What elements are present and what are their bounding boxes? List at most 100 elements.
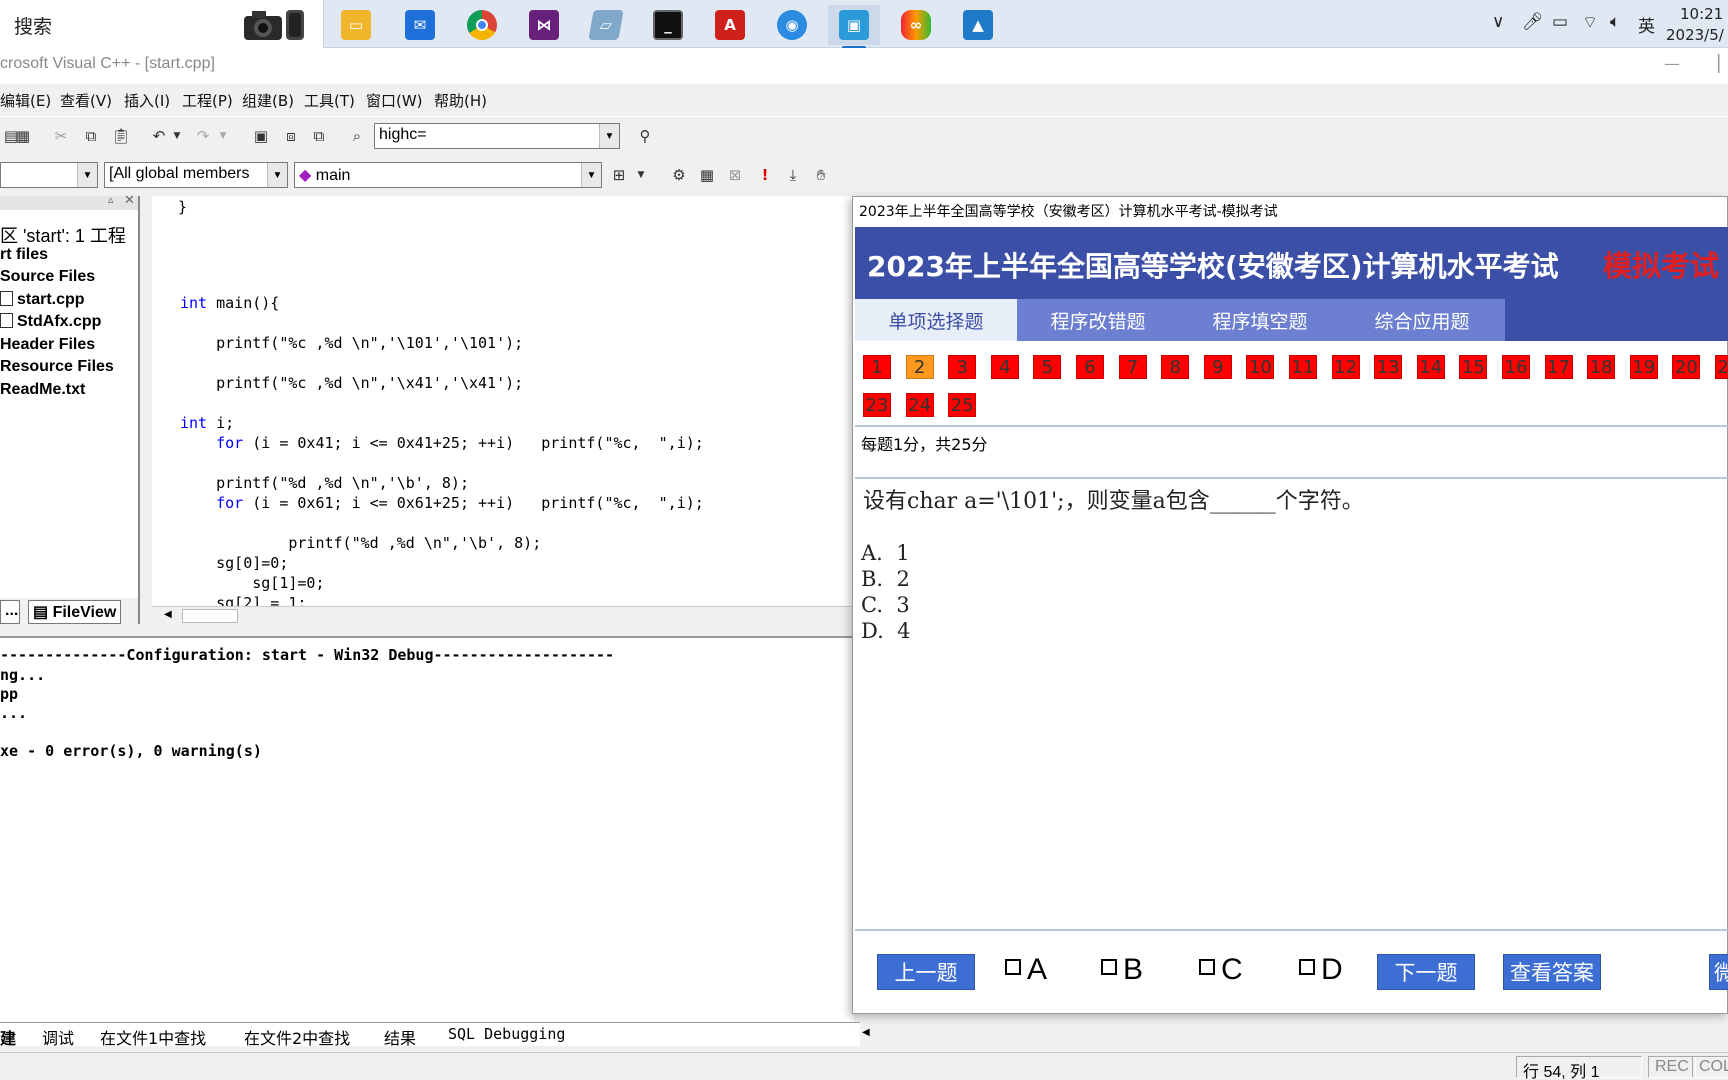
wizard-action-icon[interactable]: ⊞	[608, 164, 630, 186]
copy-icon[interactable]: ⧉	[80, 125, 102, 147]
notes-icon[interactable]: ▱	[580, 5, 632, 45]
question-number-button[interactable]: 15	[1459, 355, 1488, 379]
clock[interactable]: 10:21 2023/5/	[1666, 4, 1728, 46]
class-combo[interactable]: ▼	[0, 162, 98, 188]
tree-item-source-files[interactable]: Source Files	[0, 268, 95, 286]
tab-program-completion[interactable]: 程序填空题	[1179, 299, 1341, 341]
cut-off-button[interactable]: 微	[1709, 954, 1728, 990]
next-question-button[interactable]: 下一题	[1377, 954, 1475, 990]
question-number-button[interactable]: 13	[1374, 355, 1403, 379]
scroll-thumb[interactable]	[182, 609, 238, 623]
scroll-left-icon[interactable]: ◀	[164, 609, 172, 620]
find-combo[interactable]: highc= ▼	[374, 123, 620, 149]
output-window-icon[interactable]: ⧈	[280, 125, 302, 147]
remote-desktop-icon[interactable]: ▣	[828, 5, 880, 49]
tree-item-header-files[interactable]: Header Files	[0, 336, 95, 354]
tree-item-start-files[interactable]: rt files	[0, 246, 48, 264]
mail-icon[interactable]: ✉	[394, 5, 446, 45]
menu-project[interactable]: 工程(P)	[182, 90, 233, 111]
pdf-reader-icon[interactable]: A	[704, 5, 756, 45]
find-icon[interactable]: ⚲	[634, 125, 656, 147]
menu-help[interactable]: 帮助(H)	[434, 90, 487, 111]
redo-dropdown-icon[interactable]: ▼	[212, 125, 234, 147]
question-number-button[interactable]: 16	[1502, 355, 1530, 379]
chevron-down-icon[interactable]: ▼	[77, 163, 97, 187]
menu-edit[interactable]: 编辑(E)	[0, 90, 51, 111]
photos-icon[interactable]: ▲	[952, 5, 1004, 45]
chrome-icon[interactable]	[456, 5, 508, 45]
question-number-button[interactable]: 10	[1246, 355, 1275, 379]
question-number-button[interactable]: 12	[1331, 355, 1360, 379]
taskbar-search-box[interactable]: 搜索	[0, 0, 324, 48]
output-pane[interactable]: --------------Configuration: start - Win…	[0, 636, 854, 1022]
choice-a-checkbox[interactable]: A	[1005, 953, 1047, 987]
tab-single-choice[interactable]: 单项选择题	[855, 299, 1017, 341]
tree-item-stdafx-cpp[interactable]: StdAfx.cpp	[0, 313, 101, 331]
tab-program-correction[interactable]: 程序改错题	[1017, 299, 1179, 341]
tab-build[interactable]: 建	[0, 1025, 16, 1049]
wizard-dropdown-icon[interactable]: ▼	[630, 164, 652, 186]
wifi-icon[interactable]: ⌔	[1582, 12, 1598, 33]
question-number-button[interactable]: 5	[1033, 355, 1062, 379]
window-list-icon[interactable]: ⧉	[308, 125, 330, 147]
tab-fileview[interactable]: ▤ FileView	[28, 600, 122, 624]
tab-results[interactable]: 结果	[384, 1025, 416, 1049]
undo-dropdown-icon[interactable]: ▼	[166, 125, 188, 147]
battery-icon[interactable]: ▭	[1552, 12, 1568, 32]
question-number-button[interactable]: 6	[1076, 355, 1104, 379]
redo-icon[interactable]: ↷	[192, 125, 214, 147]
compile-icon[interactable]: ⚙	[668, 164, 690, 186]
volume-icon[interactable]: 🔈︎	[1610, 12, 1620, 32]
maximize-icon[interactable]: ▏	[1718, 54, 1728, 73]
choice-c-checkbox[interactable]: C	[1199, 953, 1243, 987]
question-number-button[interactable]: 20	[1672, 355, 1701, 379]
question-number-button[interactable]: 21	[1715, 355, 1728, 379]
tab-debug[interactable]: 调试	[42, 1025, 74, 1049]
question-number-button[interactable]: 25	[948, 393, 977, 417]
tab-classview[interactable]: ...	[0, 600, 20, 624]
question-number-button[interactable]: 17	[1544, 355, 1573, 379]
menu-window[interactable]: 窗口(W)	[366, 90, 423, 111]
prev-question-button[interactable]: 上一题	[877, 954, 975, 990]
choice-d-checkbox[interactable]: D	[1299, 953, 1343, 987]
minimize-icon[interactable]: —	[1664, 54, 1680, 73]
question-number-button[interactable]: 3	[948, 355, 977, 379]
go-icon[interactable]: ⤓	[782, 164, 804, 186]
workspace-icon[interactable]: ▣	[250, 125, 272, 147]
pin-icon[interactable]: ▵	[108, 193, 114, 206]
paste-icon[interactable]: 📋︎	[110, 125, 132, 147]
question-number-button[interactable]: 4	[990, 355, 1019, 379]
choice-b-checkbox[interactable]: B	[1101, 953, 1143, 987]
visual-studio-icon[interactable]: ⋈	[518, 5, 570, 45]
build-icon[interactable]: ▦	[696, 164, 718, 186]
question-number-button[interactable]: 7	[1118, 355, 1147, 379]
ime-indicator[interactable]: 英	[1638, 12, 1655, 37]
microphone-icon[interactable]: 🎤︎	[1522, 12, 1544, 32]
tree-item-readme[interactable]: ReadMe.txt	[0, 381, 85, 399]
editor-horizontal-scrollbar[interactable]: ◀	[152, 606, 852, 626]
question-number-button[interactable]: 2	[905, 355, 934, 379]
close-icon[interactable]: ✕	[124, 193, 135, 208]
scroll-left-icon[interactable]: ◀	[862, 1027, 870, 1038]
tab-comprehensive[interactable]: 综合应用题	[1341, 299, 1503, 341]
tree-item-resource-files[interactable]: Resource Files	[0, 358, 114, 376]
question-number-button[interactable]: 18	[1587, 355, 1616, 379]
execute-icon[interactable]: !	[754, 164, 776, 186]
question-number-button[interactable]: 19	[1629, 355, 1658, 379]
chevron-down-icon[interactable]: ▼	[599, 124, 619, 148]
chevron-down-icon[interactable]: ▼	[267, 163, 287, 187]
breakpoint-icon[interactable]: ✋︎	[810, 164, 832, 186]
browser-icon[interactable]: ◉	[766, 5, 818, 45]
members-combo[interactable]: [All global members ▼	[104, 162, 288, 188]
question-number-button[interactable]: 14	[1416, 355, 1445, 379]
chevron-down-icon[interactable]: ▼	[581, 163, 601, 187]
cut-icon[interactable]: ✂	[50, 125, 72, 147]
question-number-button[interactable]: 1	[863, 355, 891, 379]
question-number-button[interactable]: 24	[905, 393, 934, 417]
menu-tools[interactable]: 工具(T)	[304, 90, 355, 111]
function-combo[interactable]: ◆ main ▼	[294, 162, 602, 188]
question-number-button[interactable]: 8	[1161, 355, 1190, 379]
find-in-files-icon[interactable]: ⌕	[346, 125, 368, 147]
stop-build-icon[interactable]: ⊠	[724, 164, 746, 186]
file-explorer-icon[interactable]: ▭	[330, 5, 382, 45]
